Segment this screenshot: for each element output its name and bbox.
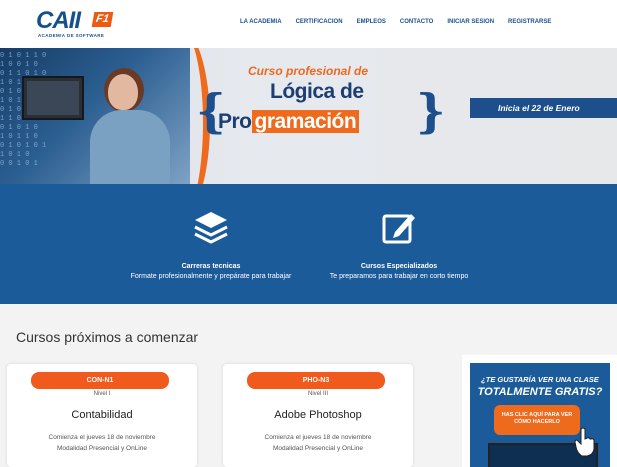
nav-iniciar-sesion[interactable]: INICIAR SESION [447, 19, 494, 25]
monitor-graphic [22, 76, 84, 120]
course-level: Nivel I [93, 391, 111, 397]
site-header: CAII F1 ACADEMIA DE SOFTWARE LA ACADEMIA… [0, 0, 617, 48]
promo-question: ¿TE GUSTARÍA VER UNA CLASE [481, 375, 599, 384]
course-card[interactable]: PHO-N3 Nivel III Adobe Photoshop Comienz… [223, 364, 413, 467]
course-start-date: Comienza el jueves 18 de noviembre [48, 434, 156, 441]
course-modality: Modalidad Presencial y OnLine [273, 445, 363, 452]
layers-icon [194, 212, 228, 244]
logo-badge: F1 [91, 12, 114, 27]
course-card[interactable]: CON-N1 Nivel I Contabilidad Comienza el … [7, 364, 197, 467]
nav-contacto[interactable]: CONTACTO [400, 19, 433, 25]
nav-la-academia[interactable]: LA ACADEMIA [240, 19, 282, 25]
feature-desc: Formate profesionalmente y prepárate par… [130, 273, 292, 280]
nav-empleos[interactable]: EMPLEOS [357, 19, 386, 25]
promo-banner: ¿TE GUSTARÍA VER UNA CLASE TOTALMENTE GR… [470, 363, 610, 467]
hero-title-line1: Lógica de [270, 80, 364, 103]
edit-icon [382, 214, 415, 244]
course-title: Contabilidad [71, 409, 133, 421]
free-class-promo[interactable]: ¿TE GUSTARÍA VER UNA CLASE TOTALMENTE GR… [462, 355, 617, 467]
course-level: Nivel III [307, 391, 328, 397]
hero-title-prog-a: Pro [218, 110, 252, 133]
feature-desc: Te preparamos para trabajar en corto tie… [329, 273, 469, 280]
hero-subtitle: Curso profesional de [248, 64, 369, 78]
course-title: Adobe Photoshop [274, 409, 362, 421]
promo-cta-button[interactable]: HAS CLIC AQUÍ PARA VER CÓMO HACERLO [494, 405, 580, 435]
feature-title: Cursos Especializados [360, 263, 438, 270]
logo-wordmark: CAII [36, 7, 81, 34]
feature-carreras[interactable]: Carreras tecnicas Formate profesionalmen… [111, 208, 311, 280]
hero-start-date-ribbon: Inicia el 22 de Enero [470, 98, 617, 118]
features-band: Carreras tecnicas Formate profesionalmen… [0, 184, 617, 304]
pointer-hand-icon [574, 427, 595, 457]
course-code-badge: PHO-N3 [247, 372, 385, 389]
course-start-date: Comienza el jueves 18 de noviembre [264, 434, 372, 441]
nav-certificacion[interactable]: CERTIFICACION [296, 19, 343, 25]
course-modality: Modalidad Presencial y OnLine [57, 445, 147, 452]
main-nav: LA ACADEMIA CERTIFICACION EMPLEOS CONTAC… [240, 19, 565, 25]
feature-cursos[interactable]: Cursos Especializados Te preparamos para… [299, 208, 499, 280]
feature-title: Carreras tecnicas [181, 263, 241, 270]
hero-title-line2: Pro gramación [218, 110, 360, 134]
courses-section-title: Cursos próximos a comenzar [16, 329, 199, 345]
site-logo[interactable]: CAII F1 ACADEMIA DE SOFTWARE [36, 9, 126, 39]
logo-tagline: ACADEMIA DE SOFTWARE [38, 33, 105, 38]
person-head [108, 74, 138, 110]
hero-title-prog-b: gramación [251, 110, 360, 133]
nav-registrarse[interactable]: REGISTRARSE [508, 19, 551, 25]
hero-brace-close: } [416, 84, 446, 138]
promo-headline: TOTALMENTE GRATIS? [477, 386, 603, 398]
course-code-badge: CON-N1 [31, 372, 169, 389]
